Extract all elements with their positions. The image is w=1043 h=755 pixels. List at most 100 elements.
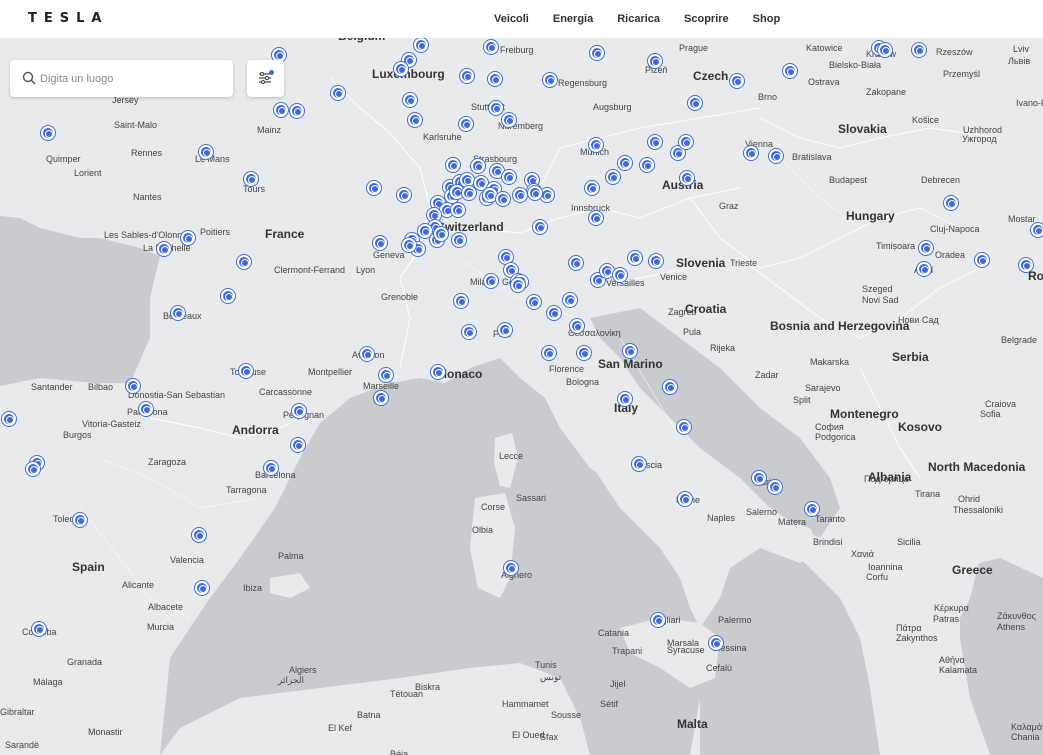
supercharger-pin-icon[interactable]: [459, 117, 473, 131]
supercharger-pin-icon[interactable]: [533, 220, 547, 234]
supercharger-pin-icon[interactable]: [73, 513, 87, 527]
supercharger-pin-icon[interactable]: [585, 181, 599, 195]
supercharger-pin-icon[interactable]: [446, 158, 460, 172]
supercharger-pin-icon[interactable]: [975, 253, 989, 267]
supercharger-pin-icon[interactable]: [394, 62, 408, 76]
filter-button[interactable]: [247, 60, 284, 97]
supercharger-pin-icon[interactable]: [752, 471, 766, 485]
supercharger-pin-icon[interactable]: [452, 233, 466, 247]
supercharger-pin-icon[interactable]: [199, 145, 213, 159]
supercharger-pin-icon[interactable]: [618, 392, 632, 406]
supercharger-pin-icon[interactable]: [502, 113, 516, 127]
supercharger-pin-icon[interactable]: [504, 561, 518, 575]
search-input[interactable]: [40, 69, 225, 89]
supercharger-pin-icon[interactable]: [944, 196, 958, 210]
tesla-logo[interactable]: TESLA: [28, 11, 108, 26]
supercharger-pin-icon[interactable]: [498, 323, 512, 337]
supercharger-pin-icon[interactable]: [292, 404, 306, 418]
supercharger-pin-icon[interactable]: [570, 319, 584, 333]
supercharger-pin-icon[interactable]: [41, 126, 55, 140]
supercharger-pin-icon[interactable]: [640, 158, 654, 172]
supercharger-pin-icon[interactable]: [919, 241, 933, 255]
nav-item-scoprire[interactable]: Scoprire: [684, 11, 729, 27]
supercharger-pin-icon[interactable]: [528, 186, 542, 200]
supercharger-pin-icon[interactable]: [239, 364, 253, 378]
supercharger-pin-icon[interactable]: [126, 379, 140, 393]
supercharger-pin-icon[interactable]: [462, 325, 476, 339]
supercharger-pin-icon[interactable]: [195, 581, 209, 595]
supercharger-pin-icon[interactable]: [590, 46, 604, 60]
supercharger-pin-icon[interactable]: [663, 380, 677, 394]
supercharger-pin-icon[interactable]: [26, 462, 40, 476]
supercharger-pin-icon[interactable]: [373, 236, 387, 250]
supercharger-pin-icon[interactable]: [613, 268, 627, 282]
supercharger-pin-icon[interactable]: [460, 173, 474, 187]
supercharger-pin-icon[interactable]: [408, 113, 422, 127]
supercharger-pin-icon[interactable]: [709, 636, 723, 650]
supercharger-pin-icon[interactable]: [912, 43, 926, 57]
supercharger-pin-icon[interactable]: [606, 170, 620, 184]
supercharger-pin-icon[interactable]: [680, 171, 694, 185]
supercharger-pin-icon[interactable]: [484, 40, 498, 54]
supercharger-pin-icon[interactable]: [502, 170, 516, 184]
supercharger-pin-icon[interactable]: [543, 73, 557, 87]
supercharger-pin-icon[interactable]: [648, 135, 662, 149]
supercharger-pin-icon[interactable]: [431, 365, 445, 379]
supercharger-pin-icon[interactable]: [1019, 258, 1033, 272]
supercharger-pin-icon[interactable]: [264, 461, 278, 475]
supercharger-pin-icon[interactable]: [379, 368, 393, 382]
supercharger-pin-icon[interactable]: [414, 38, 428, 52]
supercharger-pin-icon[interactable]: [403, 93, 417, 107]
supercharger-pin-icon[interactable]: [768, 480, 782, 494]
supercharger-pin-icon[interactable]: [730, 74, 744, 88]
supercharger-pin-icon[interactable]: [462, 186, 476, 200]
supercharger-pin-icon[interactable]: [451, 203, 465, 217]
supercharger-pin-icon[interactable]: [483, 188, 497, 202]
supercharger-pin-icon[interactable]: [244, 172, 258, 186]
supercharger-pin-icon[interactable]: [471, 159, 485, 173]
supercharger-pin-icon[interactable]: [805, 502, 819, 516]
nav-item-energia[interactable]: Energia: [553, 11, 593, 27]
supercharger-pin-icon[interactable]: [32, 622, 46, 636]
supercharger-pin-icon[interactable]: [488, 72, 502, 86]
supercharger-pin-icon[interactable]: [628, 251, 642, 265]
supercharger-pin-icon[interactable]: [563, 293, 577, 307]
supercharger-pin-icon[interactable]: [651, 613, 665, 627]
supercharger-pin-icon[interactable]: [677, 420, 691, 434]
supercharger-pin-icon[interactable]: [589, 138, 603, 152]
supercharger-pin-icon[interactable]: [744, 146, 758, 160]
nav-item-veicoli[interactable]: Veicoli: [494, 11, 529, 27]
supercharger-pin-icon[interactable]: [649, 254, 663, 268]
supercharger-pin-icon[interactable]: [181, 231, 195, 245]
supercharger-pin-icon[interactable]: [783, 64, 797, 78]
supercharger-pin-icon[interactable]: [600, 264, 614, 278]
supercharger-pin-icon[interactable]: [171, 306, 185, 320]
supercharger-pin-icon[interactable]: [484, 274, 498, 288]
supercharger-pin-icon[interactable]: [192, 528, 206, 542]
supercharger-pin-icon[interactable]: [434, 227, 448, 241]
supercharger-pin-icon[interactable]: [237, 255, 251, 269]
supercharger-pin-icon[interactable]: [540, 188, 554, 202]
supercharger-pin-icon[interactable]: [2, 412, 16, 426]
supercharger-pin-icon[interactable]: [547, 306, 561, 320]
nav-item-shop[interactable]: Shop: [753, 11, 781, 27]
supercharger-pin-icon[interactable]: [679, 135, 693, 149]
supercharger-pin-icon[interactable]: [291, 438, 305, 452]
supercharger-pin-icon[interactable]: [374, 391, 388, 405]
supercharger-pin-icon[interactable]: [577, 346, 591, 360]
supercharger-pin-icon[interactable]: [648, 54, 662, 68]
supercharger-pin-icon[interactable]: [331, 86, 345, 100]
supercharger-pin-icon[interactable]: [1031, 223, 1043, 237]
supercharger-pin-icon[interactable]: [460, 69, 474, 83]
nav-item-ricarica[interactable]: Ricarica: [617, 11, 660, 27]
supercharger-pin-icon[interactable]: [569, 256, 583, 270]
supercharger-pin-icon[interactable]: [360, 347, 374, 361]
supercharger-pin-icon[interactable]: [527, 295, 541, 309]
supercharger-pin-icon[interactable]: [397, 188, 411, 202]
supercharger-pin-icon[interactable]: [917, 262, 931, 276]
supercharger-pin-icon[interactable]: [589, 211, 603, 225]
supercharger-pin-icon[interactable]: [513, 188, 527, 202]
supercharger-pin-icon[interactable]: [290, 104, 304, 118]
supercharger-pin-icon[interactable]: [496, 192, 510, 206]
map-canvas[interactable]: BelgiumLuxembourgCzechSlovakiaAustriaHun…: [0, 38, 1043, 755]
